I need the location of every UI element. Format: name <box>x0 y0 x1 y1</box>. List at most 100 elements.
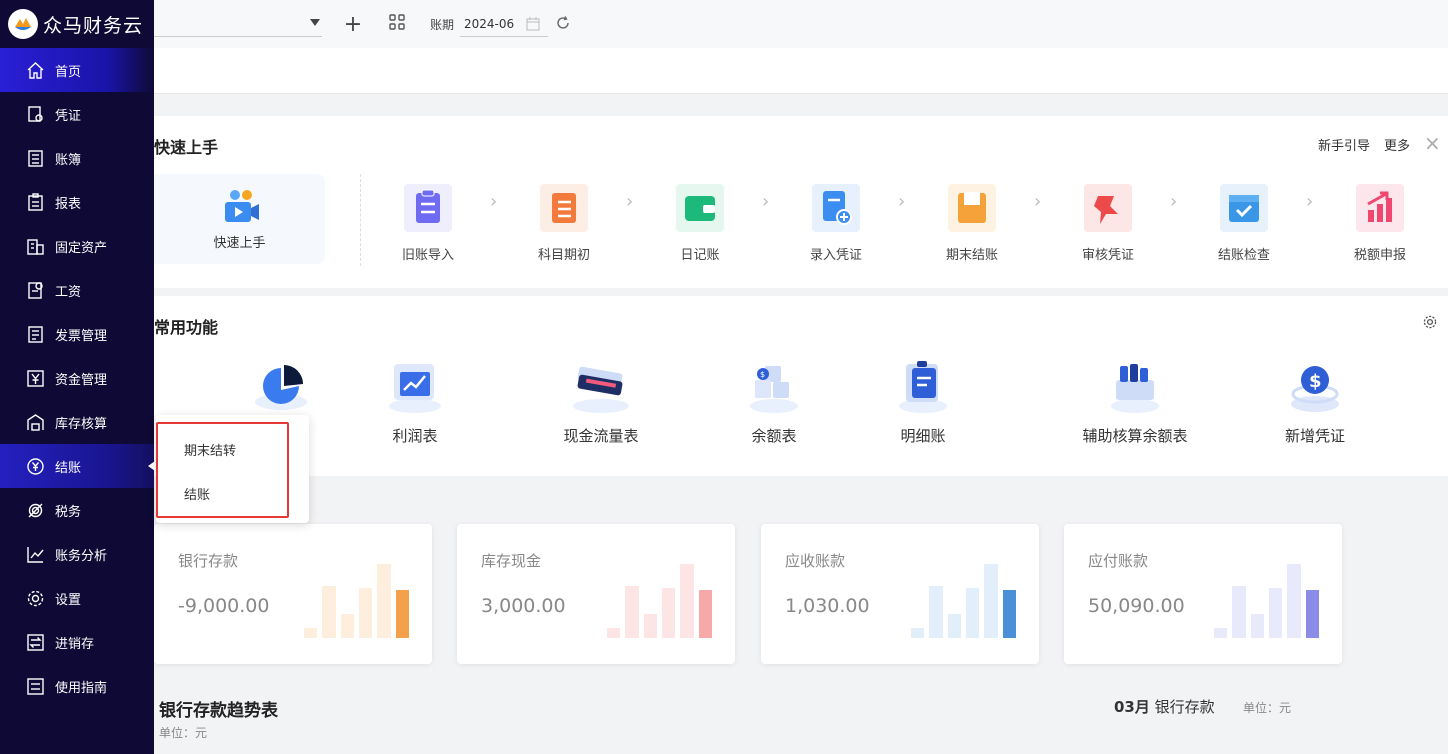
sidebar-item-13[interactable]: 进销存 <box>0 620 154 664</box>
sidebar-item-9[interactable]: 结账 <box>0 444 155 488</box>
divider <box>360 174 361 266</box>
sidebar-item-label: 设置 <box>55 592 82 608</box>
func-item-3[interactable]: 明细账 <box>848 354 998 446</box>
sidebar-item-7[interactable]: 资金管理 <box>0 356 154 400</box>
sidebar-item-4[interactable]: 固定资产 <box>0 224 154 268</box>
decor-bar <box>625 586 639 638</box>
sidebar-item-label: 库存核算 <box>55 416 108 432</box>
quick-start-hero[interactable]: 快速上手 <box>154 174 325 264</box>
func-item-0[interactable]: 利润表 <box>340 354 490 446</box>
svg-text:$: $ <box>760 370 765 379</box>
quick-step-label: 期末结账 <box>945 248 998 263</box>
common-functions-panel: 常用功能 利润表 现金流量表 $ 余额表 明细账 辅助核算余额表 $ 新增凭证 <box>154 296 1448 476</box>
submenu-item-period-end-transfer[interactable]: 期末结转 <box>184 440 236 459</box>
video-camera-icon <box>224 189 259 222</box>
pie-chart-icon <box>246 354 316 416</box>
sidebar-item-5[interactable]: 工资 <box>0 268 154 312</box>
quick-step-2[interactable]: 日记账 <box>655 184 745 263</box>
ledger-icon <box>26 149 45 168</box>
chevron-right-icon: › <box>490 191 498 212</box>
func-label: 新增凭证 <box>1284 427 1345 445</box>
sidebar-item-2[interactable]: 账簿 <box>0 136 154 180</box>
func-label: 现金流量表 <box>563 427 639 445</box>
quick-start-panel: 快速上手 新手引导 更多 × 快速上手 旧账导入 › 科目期初 › 日记账 › 录入凭证 › 期… <box>154 116 1448 288</box>
highlight-box <box>156 422 289 518</box>
sidebar: 众马财务云 首页凭证账簿 报表固定资产工资 发票管理资金管理库存核算结账税务 账务分析… <box>0 0 155 754</box>
decor-bar <box>340 614 354 638</box>
sidebar-item-12[interactable]: 设置 <box>0 576 154 620</box>
quick-step-3[interactable]: 录入凭证 <box>791 184 881 263</box>
dollar-coin-icon: $ <box>1280 354 1350 416</box>
more-link[interactable]: 更多 <box>1384 135 1410 154</box>
sidebar-item-label: 资金管理 <box>55 372 108 388</box>
sidebar-item-label: 固定资产 <box>55 240 108 256</box>
stat-card-2[interactable]: 应收账款 1,030.00 <box>761 524 1039 664</box>
period-label: 账期 <box>430 17 455 32</box>
yen-icon <box>26 369 45 388</box>
trend-right-unit: 单位：元 <box>1243 701 1292 715</box>
func-item-pie[interactable] <box>206 354 356 416</box>
refresh-icon[interactable] <box>556 15 570 34</box>
top-toolbar: + 账期 2024-06 <box>154 0 1448 48</box>
decor-bar <box>377 564 391 638</box>
quick-step-label: 录入凭证 <box>809 248 862 263</box>
chevron-right-icon: › <box>1306 191 1314 212</box>
func-item-2[interactable]: $ 余额表 <box>699 354 849 446</box>
apps-grid-icon[interactable] <box>386 14 408 34</box>
quick-step-label: 日记账 <box>680 248 720 263</box>
decor-bar <box>680 564 694 638</box>
profit-chart-icon <box>380 354 450 416</box>
cash-stack-icon <box>566 354 636 416</box>
calendar-check-icon <box>1220 184 1268 232</box>
sidebar-item-14[interactable]: 使用指南 <box>0 664 154 708</box>
sidebar-item-1[interactable]: 凭证 <box>0 92 154 136</box>
quick-step-5[interactable]: 审核凭证 <box>1063 184 1153 263</box>
mini-bar-chart <box>911 562 1021 638</box>
stat-card-3[interactable]: 应付账款 50,090.00 <box>1064 524 1342 664</box>
func-label: 辅助核算余额表 <box>1082 427 1188 445</box>
chevron-right-icon: › <box>1170 191 1178 212</box>
period-picker[interactable]: 2024-06 <box>460 11 549 37</box>
decor-bar <box>661 588 676 638</box>
sidebar-item-label: 凭证 <box>55 108 82 124</box>
sidebar-item-label: 结账 <box>55 460 82 476</box>
quick-step-label: 审核凭证 <box>1081 248 1134 263</box>
list-icon <box>540 184 588 232</box>
quick-step-4[interactable]: 期末结账 <box>927 184 1017 263</box>
sidebar-item-11[interactable]: 账务分析 <box>0 532 154 576</box>
sidebar-item-6[interactable]: 发票管理 <box>0 312 154 356</box>
decor-bar <box>947 614 961 638</box>
decor-bar <box>395 590 409 638</box>
quick-start-hero-label: 快速上手 <box>213 235 266 251</box>
quick-step-6[interactable]: 结账检查 <box>1199 184 1289 263</box>
decor-bar <box>607 628 621 638</box>
func-item-4[interactable]: 辅助核算余额表 <box>1060 354 1210 446</box>
sidebar-item-8[interactable]: 库存核算 <box>0 400 154 444</box>
wallet-icon <box>676 184 724 232</box>
submenu-item-close-books[interactable]: 结账 <box>184 484 210 503</box>
app-name: 众马财务云 <box>43 14 144 37</box>
trend-title: 银行存款趋势表 <box>159 701 278 721</box>
stat-card-1[interactable]: 库存现金 3,000.00 <box>457 524 735 664</box>
close-icon[interactable]: × <box>1424 131 1441 155</box>
sidebar-item-label: 使用指南 <box>55 680 108 696</box>
account-set-select[interactable] <box>154 11 322 37</box>
stat-value: 1,030.00 <box>785 595 870 617</box>
decor-bar <box>358 588 373 638</box>
beginner-guide-link[interactable]: 新手引导 <box>1318 135 1370 154</box>
sidebar-item-3[interactable]: 报表 <box>0 180 154 224</box>
stat-card-0[interactable]: 银行存款 -9,000.00 <box>154 524 432 664</box>
sidebar-item-0[interactable]: 首页 <box>0 48 154 92</box>
add-icon[interactable]: + <box>342 12 364 37</box>
app-logo[interactable]: 众马财务云 <box>0 0 154 48</box>
func-item-1[interactable]: 现金流量表 <box>526 354 676 446</box>
decor-bar <box>1002 590 1016 638</box>
quick-step-0[interactable]: 旧账导入 <box>383 184 473 263</box>
settings-gear-icon[interactable] <box>1422 314 1438 334</box>
gear-icon <box>26 589 45 608</box>
func-item-5[interactable]: $ 新增凭证 <box>1240 354 1390 446</box>
sidebar-item-10[interactable]: 税务 <box>0 488 154 532</box>
quick-step-7[interactable]: 税额申报 <box>1335 184 1425 263</box>
tab-bar <box>154 48 1448 94</box>
quick-step-1[interactable]: 科目期初 <box>519 184 609 263</box>
